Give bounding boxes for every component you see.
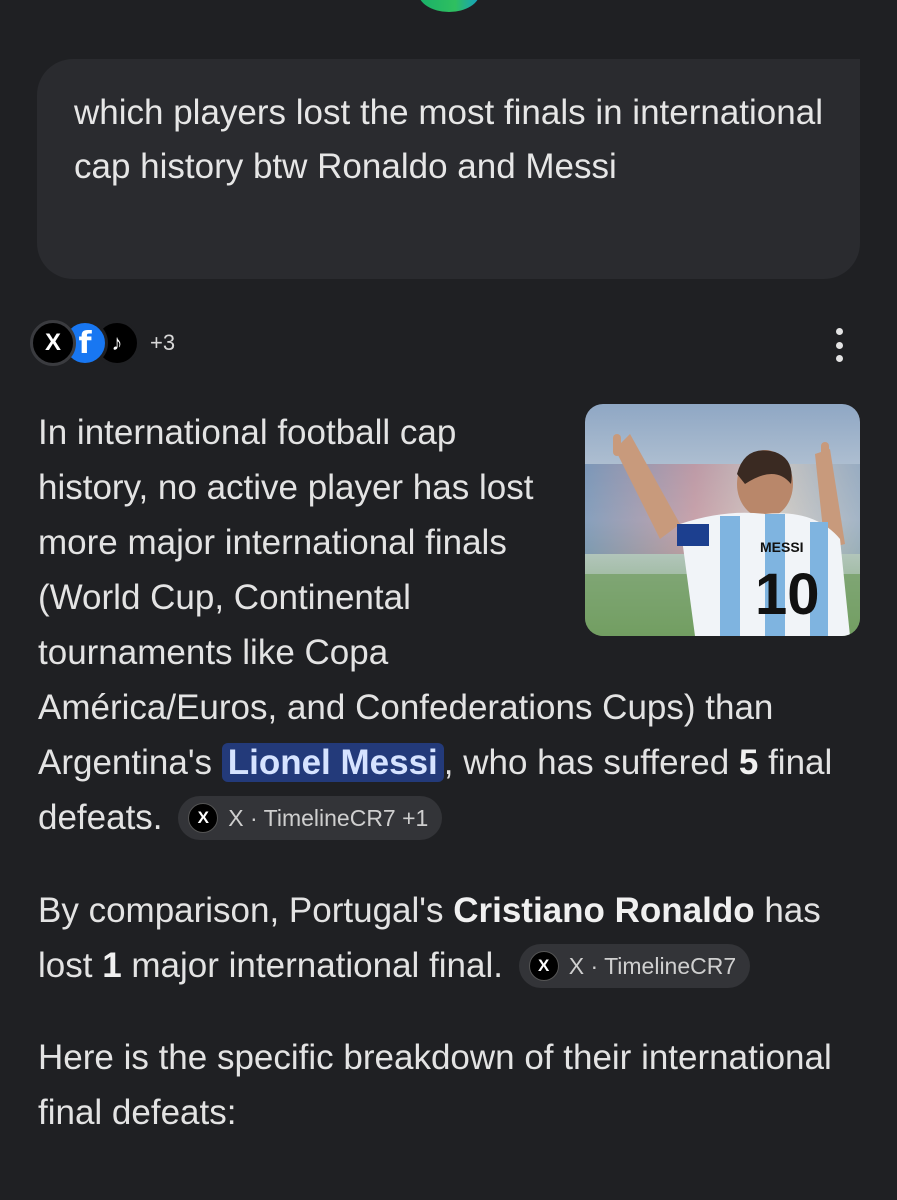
p1-bold-count: 5 bbox=[738, 743, 759, 782]
facebook-glyph: f bbox=[78, 325, 92, 361]
x-icon: X bbox=[30, 320, 76, 366]
sources-button[interactable]: X f ♪ +3 bbox=[30, 318, 175, 368]
source-chip-2[interactable]: X X · TimelineCR7 bbox=[518, 944, 751, 988]
sources-more-count: +3 bbox=[150, 330, 176, 355]
user-query-bubble: which players lost the most finals in in… bbox=[37, 59, 860, 279]
p1-text-b: , who has suffered bbox=[443, 743, 739, 782]
answer-paragraph-1: In international football cap history, n… bbox=[38, 405, 858, 845]
answer-paragraph-2: By comparison, Portugal's Cristiano Rona… bbox=[38, 883, 868, 993]
p2-bold-name: Cristiano Ronaldo bbox=[453, 891, 755, 930]
p2-text-c: major international final. bbox=[121, 946, 503, 985]
p2-text-a: By comparison, Portugal's bbox=[38, 891, 454, 930]
x-glyph: X bbox=[44, 329, 61, 356]
p2-bold-count: 1 bbox=[102, 946, 122, 985]
chat-page: which players lost the most finals in in… bbox=[0, 0, 897, 1200]
assistant-logo-icon bbox=[418, 0, 480, 12]
x-icon: X bbox=[188, 803, 219, 833]
tiktok-glyph: ♪ bbox=[111, 330, 123, 355]
source-chip-1[interactable]: X X · TimelineCR7 +1 bbox=[178, 796, 443, 840]
lionel-messi-entity-link[interactable]: Lionel Messi bbox=[221, 743, 444, 782]
more-options-icon[interactable] bbox=[824, 328, 854, 362]
user-query-text: which players lost the most finals in in… bbox=[74, 93, 823, 186]
x-icon: X bbox=[528, 951, 559, 981]
source-chip-2-label: X · TimelineCR7 bbox=[568, 953, 737, 979]
answer-paragraph-3: Here is the specific breakdown of their … bbox=[38, 1038, 832, 1132]
source-chip-1-label: X · TimelineCR7 +1 bbox=[228, 805, 429, 831]
